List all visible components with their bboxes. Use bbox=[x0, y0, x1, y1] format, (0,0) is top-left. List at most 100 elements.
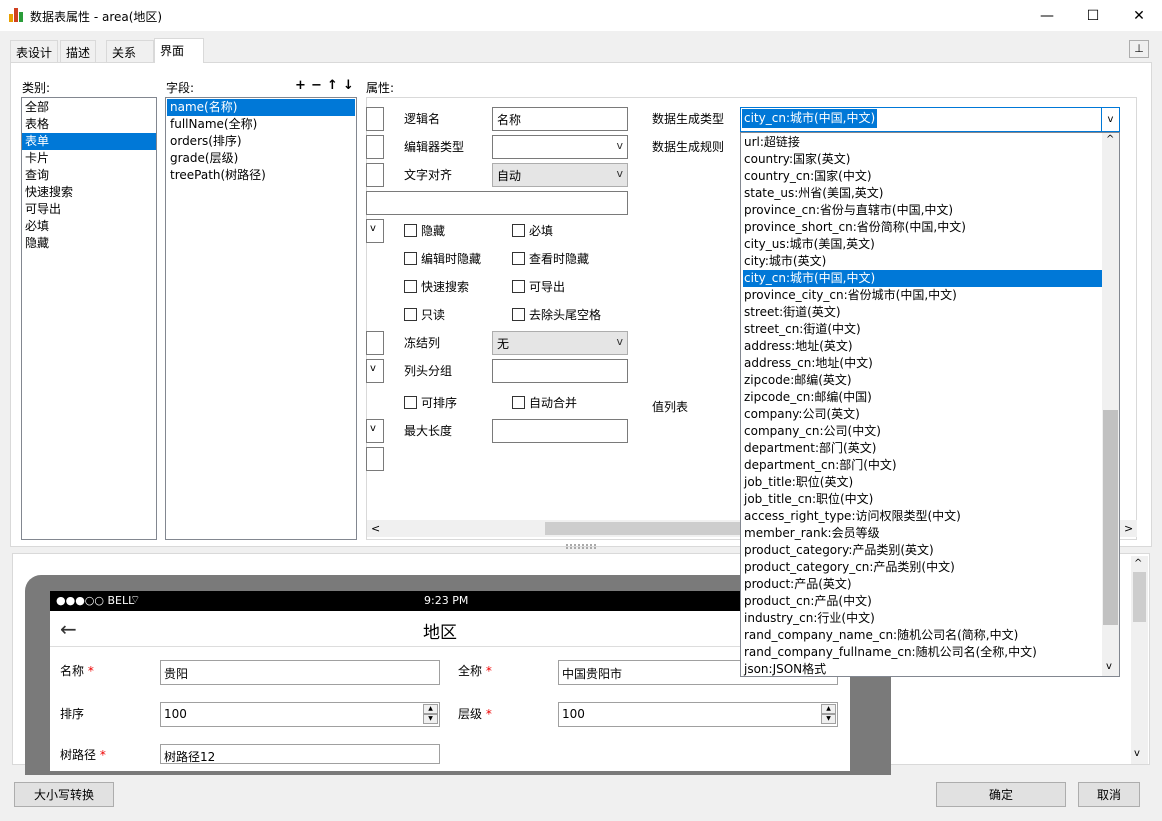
stub-control[interactable] bbox=[366, 163, 384, 187]
cancel-button[interactable]: 取消 bbox=[1078, 782, 1140, 807]
scroll-down-icon[interactable]: v bbox=[1134, 748, 1140, 759]
ok-button[interactable]: 确定 bbox=[936, 782, 1066, 807]
close-button[interactable]: ✕ bbox=[1116, 0, 1162, 31]
max-length-input[interactable] bbox=[492, 419, 628, 443]
field-item[interactable]: grade(层级) bbox=[167, 150, 355, 167]
name-input[interactable]: 贵阳 bbox=[160, 660, 440, 685]
logic-name-input[interactable]: 名称 bbox=[492, 107, 628, 131]
dropdown-item[interactable]: street:街道(英文) bbox=[743, 304, 1103, 321]
remove-field-icon[interactable]: − bbox=[311, 78, 322, 93]
orders-input[interactable]: 100 ▲ ▼ bbox=[160, 702, 440, 727]
category-item-selected[interactable]: 表单 bbox=[22, 133, 156, 150]
hscroll-thumb[interactable] bbox=[545, 522, 745, 535]
dropdown-item[interactable]: json:JSON格式 bbox=[743, 661, 1103, 676]
category-item[interactable]: 快速搜索 bbox=[22, 184, 156, 201]
header-group-input[interactable] bbox=[492, 359, 628, 383]
stub-textbox[interactable] bbox=[366, 191, 628, 215]
scroll-up-icon[interactable]: ^ bbox=[1106, 134, 1114, 145]
category-item[interactable]: 隐藏 bbox=[22, 235, 156, 252]
dropdown-item[interactable]: country:国家(英文) bbox=[743, 151, 1103, 168]
add-field-icon[interactable]: + bbox=[295, 78, 306, 93]
dropdown-item[interactable]: access_right_type:访问权限类型(中文) bbox=[743, 508, 1103, 525]
grade-input[interactable]: 100 ▲ ▼ bbox=[558, 702, 838, 727]
dropdown-item[interactable]: product_category_cn:产品类别(中文) bbox=[743, 559, 1103, 576]
stub-control[interactable] bbox=[366, 447, 384, 471]
stub-control[interactable]: v bbox=[366, 359, 384, 383]
dropdown-item[interactable]: province_cn:省份与直辖市(中国,中文) bbox=[743, 202, 1103, 219]
field-item[interactable]: treePath(树路径) bbox=[167, 167, 355, 184]
category-list[interactable]: 全部 表格 表单 卡片 查询 快速搜索 可导出 必填 隐藏 bbox=[21, 97, 157, 540]
dropdown-item[interactable]: state_us:州省(美国,英文) bbox=[743, 185, 1103, 202]
category-item[interactable]: 卡片 bbox=[22, 150, 156, 167]
checkbox-box[interactable] bbox=[404, 308, 417, 321]
auto-merge-checkbox[interactable]: 自动合并 bbox=[512, 394, 577, 411]
dropdown-item[interactable]: street_cn:街道(中文) bbox=[743, 321, 1103, 338]
checkbox-box[interactable] bbox=[512, 396, 525, 409]
stub-control[interactable]: v bbox=[366, 419, 384, 443]
chevron-down-icon[interactable]: v bbox=[1101, 108, 1119, 131]
dropdown-item[interactable]: department_cn:部门(中文) bbox=[743, 457, 1103, 474]
scroll-right-icon[interactable]: > bbox=[1124, 522, 1133, 535]
splitter-grip-icon[interactable] bbox=[566, 544, 596, 549]
dropdown-item[interactable]: company:公司(英文) bbox=[743, 406, 1103, 423]
required-checkbox[interactable]: 必填 bbox=[512, 222, 553, 239]
checkbox-box[interactable] bbox=[512, 280, 525, 293]
dropdown-item[interactable]: rand_company_fullname_cn:随机公司名(全称,中文) bbox=[743, 644, 1103, 661]
dropdown-item[interactable]: province_city_cn:省份城市(中国,中文) bbox=[743, 287, 1103, 304]
hide-on-view-checkbox[interactable]: 查看时隐藏 bbox=[512, 250, 589, 267]
category-item[interactable]: 查询 bbox=[22, 167, 156, 184]
dropdown-item[interactable]: city:城市(英文) bbox=[743, 253, 1103, 270]
checkbox-box[interactable] bbox=[512, 224, 525, 237]
text-align-select[interactable]: 自动 v bbox=[492, 163, 628, 187]
preview-vscroll-thumb[interactable] bbox=[1133, 572, 1146, 622]
hide-on-edit-checkbox[interactable]: 编辑时隐藏 bbox=[404, 250, 481, 267]
dropdown-item[interactable]: address:地址(英文) bbox=[743, 338, 1103, 355]
dropdown-item[interactable]: url:超链接 bbox=[743, 134, 1103, 151]
dropdown-item[interactable]: company_cn:公司(中文) bbox=[743, 423, 1103, 440]
field-item[interactable]: orders(排序) bbox=[167, 133, 355, 150]
checkbox-box[interactable] bbox=[512, 252, 525, 265]
category-item[interactable]: 可导出 bbox=[22, 201, 156, 218]
tab-description[interactable]: 描述 bbox=[60, 40, 97, 62]
category-item[interactable]: 必填 bbox=[22, 218, 156, 235]
dropdown-item[interactable]: zipcode_cn:邮编(中国) bbox=[743, 389, 1103, 406]
spin-down-icon[interactable]: ▼ bbox=[423, 714, 438, 724]
dropdown-item[interactable]: product:产品(英文) bbox=[743, 576, 1103, 593]
quick-search-checkbox[interactable]: 快速搜索 bbox=[404, 278, 469, 295]
field-item-selected[interactable]: name(名称) bbox=[167, 99, 355, 116]
exportable-checkbox[interactable]: 可导出 bbox=[512, 278, 565, 295]
hidden-checkbox[interactable]: 隐藏 bbox=[404, 222, 445, 239]
dropdown-vscroll-thumb[interactable] bbox=[1103, 410, 1118, 625]
stub-control[interactable] bbox=[366, 135, 384, 159]
scroll-down-icon[interactable]: v bbox=[1106, 661, 1112, 672]
freeze-col-select[interactable]: 无v bbox=[492, 331, 628, 355]
checkbox-box[interactable] bbox=[512, 308, 525, 321]
editor-type-select[interactable]: v bbox=[492, 135, 628, 159]
data-gen-type-dropdown[interactable]: url:超链接 country:国家(英文) country_cn:国家(中文) st… bbox=[740, 132, 1120, 677]
treepath-input[interactable]: 树路径12 bbox=[160, 744, 440, 764]
dropdown-item[interactable]: province_short_cn:省份简称(中国,中文) bbox=[743, 219, 1103, 236]
stub-control[interactable]: v bbox=[366, 219, 384, 243]
spin-up-icon[interactable]: ▲ bbox=[423, 704, 438, 714]
sortable-checkbox[interactable]: 可排序 bbox=[404, 394, 457, 411]
scroll-left-icon[interactable]: < bbox=[371, 522, 380, 535]
dropdown-item[interactable]: product_cn:产品(中文) bbox=[743, 593, 1103, 610]
checkbox-box[interactable] bbox=[404, 252, 417, 265]
arrow-left-icon[interactable]: ← bbox=[60, 617, 77, 641]
move-down-icon[interactable]: ↓ bbox=[343, 78, 354, 93]
stub-control[interactable] bbox=[366, 107, 384, 131]
dropdown-item[interactable]: department:部门(英文) bbox=[743, 440, 1103, 457]
checkbox-box[interactable] bbox=[404, 280, 417, 293]
move-up-icon[interactable]: ↑ bbox=[327, 78, 338, 93]
pin-button[interactable]: ⊥ bbox=[1129, 40, 1149, 58]
dropdown-item[interactable]: industry_cn:行业(中文) bbox=[743, 610, 1103, 627]
maximize-button[interactable]: ☐ bbox=[1070, 0, 1116, 31]
spin-up-icon[interactable]: ▲ bbox=[821, 704, 836, 714]
fields-list[interactable]: name(名称) fullName(全称) orders(排序) grade(层… bbox=[165, 97, 357, 540]
minimize-button[interactable]: — bbox=[1024, 0, 1070, 31]
dropdown-item[interactable]: city_us:城市(美国,英文) bbox=[743, 236, 1103, 253]
category-item[interactable]: 全部 bbox=[22, 99, 156, 116]
dropdown-item[interactable]: rand_company_name_cn:随机公司名(简称,中文) bbox=[743, 627, 1103, 644]
dropdown-item[interactable]: job_title_cn:职位(中文) bbox=[743, 491, 1103, 508]
dropdown-item-selected[interactable]: city_cn:城市(中国,中文) bbox=[743, 270, 1103, 287]
